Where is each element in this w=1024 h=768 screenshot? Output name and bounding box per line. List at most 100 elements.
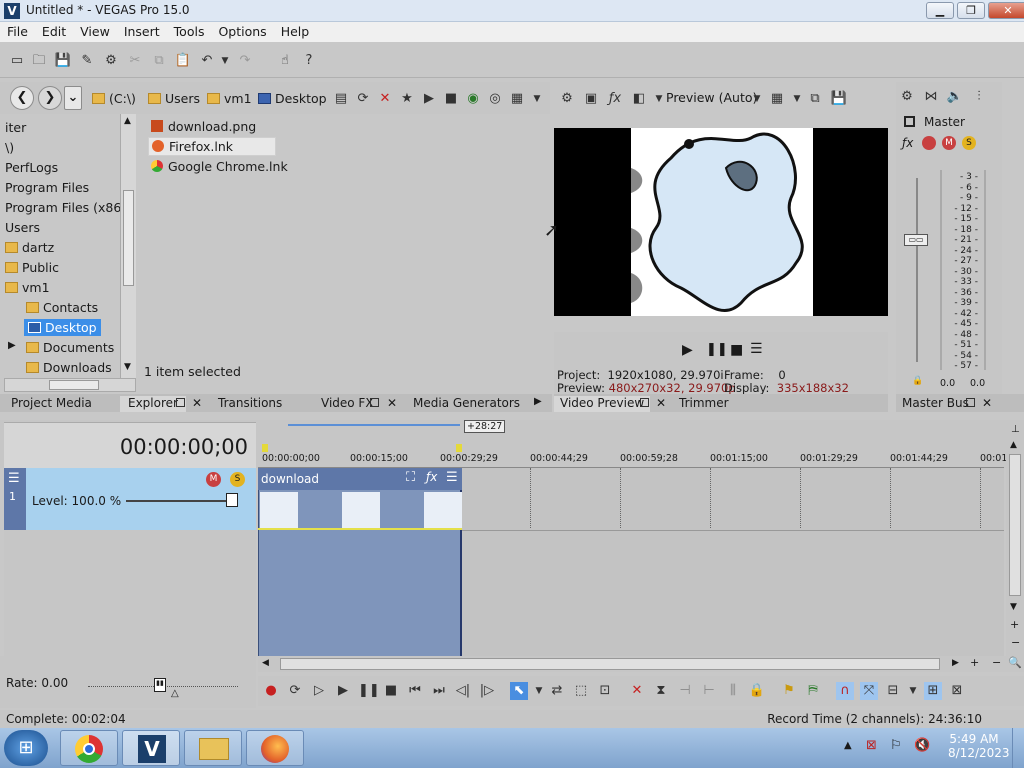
show-desktop-button[interactable] — [1012, 728, 1024, 768]
tree-item-public[interactable]: Public — [5, 260, 59, 275]
properties-icon[interactable]: ⚙ — [102, 52, 120, 70]
play-icon[interactable]: ▶ — [682, 342, 693, 358]
tree-item[interactable]: \) — [5, 140, 14, 155]
tree-item-dartz[interactable]: dartz — [5, 240, 54, 255]
video-track-header[interactable]: ☰ 1 M S Level: 100.0 % — [4, 468, 256, 530]
clip-menu-icon[interactable]: ☰ — [446, 470, 458, 485]
tree-item-downloads[interactable]: Downloads — [26, 360, 112, 375]
tree-vertical-scrollbar[interactable]: ▲ ▼ — [120, 114, 136, 378]
new-file-icon[interactable]: ▭ — [8, 52, 26, 70]
previous-frame-icon[interactable]: ◁| — [454, 682, 472, 700]
tree-item-perflogs[interactable]: PerfLogs — [5, 160, 58, 175]
device-icon[interactable]: ▣ — [582, 90, 600, 108]
breadcrumb-desktop[interactable]: Desktop — [258, 91, 327, 106]
undock-icon[interactable] — [640, 398, 649, 407]
taskbar-vegas[interactable]: V — [122, 730, 180, 766]
minimize-button[interactable]: ▁ — [926, 2, 954, 19]
scroll-up-icon[interactable]: ▲ — [1010, 440, 1017, 450]
action-center-icon[interactable]: ⚐ — [890, 738, 902, 753]
pause-icon[interactable]: ❚❚ — [358, 682, 380, 700]
save-as-icon[interactable]: ✎ — [78, 52, 96, 70]
scroll-right-icon[interactable]: ▶ — [952, 658, 959, 668]
view-dropdown-icon[interactable]: ▼ — [528, 90, 546, 108]
tab-video-fx[interactable]: Video FX — [321, 396, 374, 410]
track-menu-icon[interactable]: ☰ — [8, 471, 20, 486]
loop-playback-icon[interactable]: ⟳ — [286, 682, 304, 700]
redo-icon[interactable]: ↷ — [236, 52, 254, 70]
tab-video-preview[interactable]: Video Preview — [554, 396, 651, 412]
master-fx-icon[interactable]: ƒx — [902, 136, 913, 150]
auto-crossfade-icon[interactable]: ⤧ — [860, 682, 878, 700]
recent-dropdown-icon[interactable]: ⌄ — [64, 86, 82, 110]
automation-icon[interactable] — [922, 136, 936, 150]
undock-icon[interactable] — [176, 398, 185, 407]
vscroll-thumb[interactable] — [1009, 454, 1021, 596]
file-item-selected[interactable]: Firefox.lnk — [148, 137, 276, 156]
speaker-icon[interactable]: 🔈 — [946, 88, 964, 106]
save-snapshot-icon[interactable]: 💾 — [830, 90, 848, 108]
play-icon[interactable]: ▶ — [334, 682, 352, 700]
solo-icon[interactable]: S — [962, 136, 976, 150]
tree-item[interactable]: iter — [5, 120, 26, 135]
volume-icon[interactable]: 🔇 — [914, 738, 930, 753]
split-screen-icon[interactable]: ◧ — [630, 90, 648, 108]
edit-tool-dropdown-icon[interactable]: ▼ — [530, 682, 548, 700]
edit-tool-icon[interactable]: ☝ — [276, 52, 294, 70]
selection-tool-icon[interactable]: ⬚ — [572, 682, 590, 700]
timeline-vertical-scrollbar[interactable]: ⊥ ▲ ▼ + − — [1006, 420, 1024, 656]
back-button[interactable]: ❮ — [10, 86, 34, 110]
loop-start-marker[interactable] — [262, 444, 268, 452]
overlays-icon[interactable]: ▦ — [768, 90, 786, 108]
tree-item-users[interactable]: Users — [5, 220, 40, 235]
undock-icon[interactable] — [966, 398, 975, 407]
zoom-in-icon[interactable]: + — [1010, 618, 1019, 631]
copy-snapshot-icon[interactable]: ⧉ — [806, 90, 824, 108]
zoom-out-icon[interactable]: − — [992, 656, 1001, 669]
envelope-tool-icon[interactable]: ⇄ — [548, 682, 566, 700]
preview-quality-dropdown[interactable]: Preview (Auto) — [666, 90, 757, 105]
taskbar-explorer[interactable] — [184, 730, 242, 766]
scroll-down-icon[interactable]: ▼ — [124, 362, 131, 372]
expand-arrow-icon[interactable]: ▶ — [8, 340, 16, 351]
maximize-button[interactable]: ❐ — [957, 2, 985, 19]
go-to-start-icon[interactable]: ⏮ — [406, 682, 424, 700]
taskbar-firefox[interactable] — [246, 730, 304, 766]
tree-item-vm1[interactable]: vm1 — [5, 280, 50, 295]
close-tab-icon[interactable]: ✕ — [982, 396, 992, 410]
tree-item-contacts[interactable]: Contacts — [26, 300, 98, 315]
delete-icon[interactable]: ✕ — [376, 90, 394, 108]
save-icon[interactable]: 💾 — [54, 52, 72, 70]
tree-item-desktop[interactable]: Desktop — [24, 319, 101, 336]
tab-master-bus[interactable]: Master Bus — [902, 396, 969, 410]
menu-view[interactable]: View — [73, 22, 117, 41]
snapping-icon[interactable]: ∩ — [836, 682, 854, 700]
tree-item-program-files-x86[interactable]: Program Files (x86) — [5, 200, 126, 215]
trim-start-icon[interactable]: ⊣ — [676, 682, 694, 700]
normal-edit-tool-icon[interactable]: ⬉ — [510, 682, 528, 700]
preview-menu-icon[interactable]: ☰ — [750, 341, 763, 357]
scroll-left-icon[interactable]: ◀ — [262, 658, 269, 668]
ripple-dropdown-icon[interactable]: ▼ — [904, 682, 922, 700]
add-favorites-icon[interactable]: ★ — [398, 90, 416, 108]
tab-trimmer[interactable]: Trimmer — [679, 396, 729, 410]
taskbar-chrome[interactable] — [60, 730, 118, 766]
split-icon[interactable]: ⫼ — [724, 682, 742, 700]
open-folder-icon[interactable]: 🗀 — [30, 52, 48, 70]
stop-icon[interactable]: ■ — [382, 682, 400, 700]
scroll-thumb[interactable] — [123, 190, 134, 286]
stop-preview-icon[interactable]: ■ — [442, 90, 460, 108]
pin-icon[interactable]: ⊥ — [1011, 424, 1020, 435]
rate-slider-handle[interactable]: ▮▮ — [154, 678, 166, 692]
hscroll-thumb[interactable] — [49, 380, 99, 390]
undock-icon[interactable] — [370, 398, 379, 407]
breadcrumb-drive[interactable]: (C:\) — [92, 91, 136, 106]
delete-icon[interactable]: ✕ — [628, 682, 646, 700]
file-item[interactable]: download.png — [148, 118, 259, 135]
loop-end-marker[interactable] — [456, 444, 462, 452]
lock-icon[interactable]: 🔒 — [748, 682, 766, 700]
menu-tools[interactable]: Tools — [167, 22, 212, 41]
fx-icon[interactable]: ƒx — [606, 90, 624, 108]
hscroll-thumb[interactable] — [280, 658, 940, 670]
marker-icon[interactable]: ⚑ — [780, 682, 798, 700]
clock[interactable]: 5:49 AM 8/12/2023 — [948, 732, 1010, 760]
